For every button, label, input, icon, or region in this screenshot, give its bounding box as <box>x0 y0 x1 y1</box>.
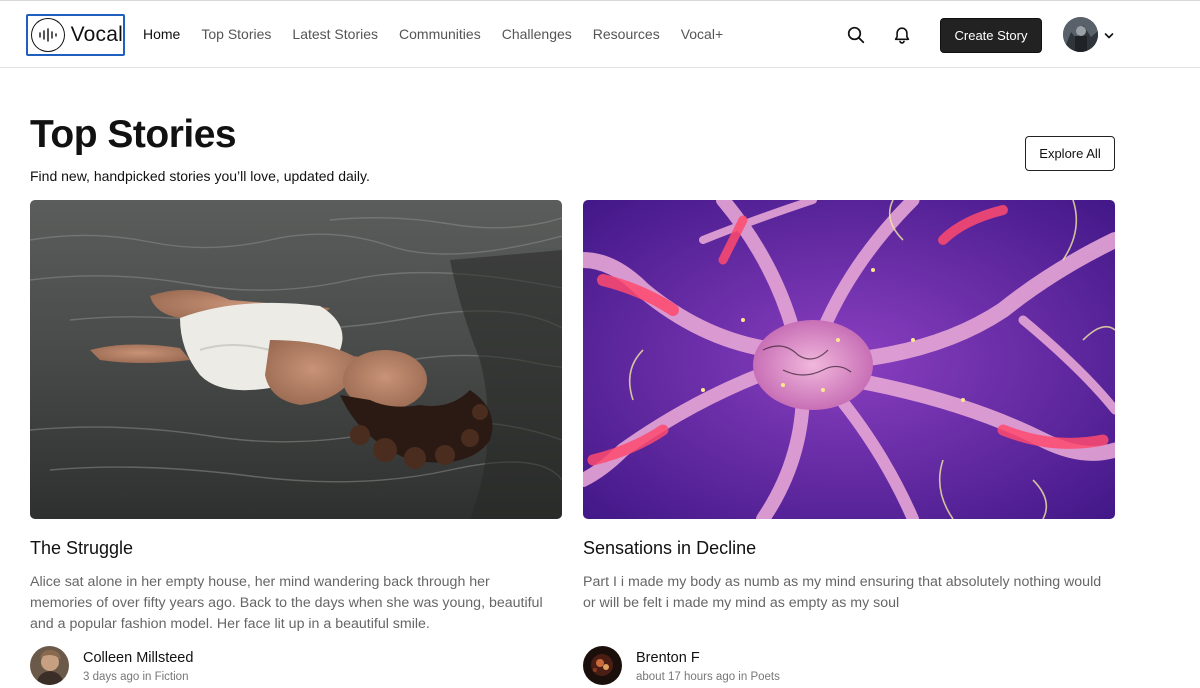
user-avatar[interactable] <box>1063 17 1098 52</box>
bell-icon[interactable] <box>892 25 912 45</box>
story-title[interactable]: The Struggle <box>30 538 133 559</box>
vocal-logo[interactable]: Vocal <box>26 14 125 56</box>
nav-item-latest-stories[interactable]: Latest Stories <box>292 26 378 42</box>
page-title: Top Stories <box>30 113 237 156</box>
story-image-neuron[interactable] <box>583 200 1115 519</box>
story-meta: about 17 hours ago in Poets <box>636 671 780 683</box>
search-icon[interactable] <box>846 25 866 45</box>
nav-item-communities[interactable]: Communities <box>399 26 481 42</box>
create-story-button[interactable]: Create Story <box>940 18 1042 53</box>
story-author[interactable]: Colleen Millsteed 3 days ago in Fiction <box>30 646 430 686</box>
story-author[interactable]: Brenton F about 17 hours ago in Poets <box>583 646 983 686</box>
author-name[interactable]: Brenton F <box>636 650 700 666</box>
page-subtitle: Find new, handpicked stories you’ll love… <box>30 168 370 184</box>
story-title[interactable]: Sensations in Decline <box>583 538 756 559</box>
nav-item-top-stories[interactable]: Top Stories <box>201 26 271 42</box>
nav-item-challenges[interactable]: Challenges <box>502 26 572 42</box>
author-avatar[interactable] <box>30 646 69 685</box>
story-meta: 3 days ago in Fiction <box>83 671 189 683</box>
author-name[interactable]: Colleen Millsteed <box>83 650 193 666</box>
nav-item-resources[interactable]: Resources <box>593 26 660 42</box>
story-excerpt: Part I i made my body as numb as my mind… <box>583 574 1102 611</box>
logo-wordmark: Vocal <box>70 23 123 46</box>
nav-item-vocal-plus[interactable]: Vocal+ <box>681 26 723 42</box>
story-excerpt: Alice sat alone in her empty house, her … <box>30 574 543 632</box>
explore-all-button[interactable]: Explore All <box>1025 136 1115 171</box>
story-image-woman-in-water[interactable] <box>30 200 562 519</box>
nav-item-home[interactable]: Home <box>143 26 180 42</box>
main-nav: Home Top Stories Latest Stories Communit… <box>143 26 744 42</box>
story-card[interactable]: The Struggle Alice sat alone in her empt… <box>30 200 562 685</box>
story-card[interactable]: Sensations in Decline Part I i made my b… <box>583 200 1115 685</box>
author-avatar[interactable] <box>583 646 622 685</box>
chevron-down-icon[interactable] <box>1104 27 1114 45</box>
sound-wave-icon <box>31 18 65 52</box>
top-navigation: Vocal Home Top Stories Latest Stories Co… <box>0 0 1200 68</box>
